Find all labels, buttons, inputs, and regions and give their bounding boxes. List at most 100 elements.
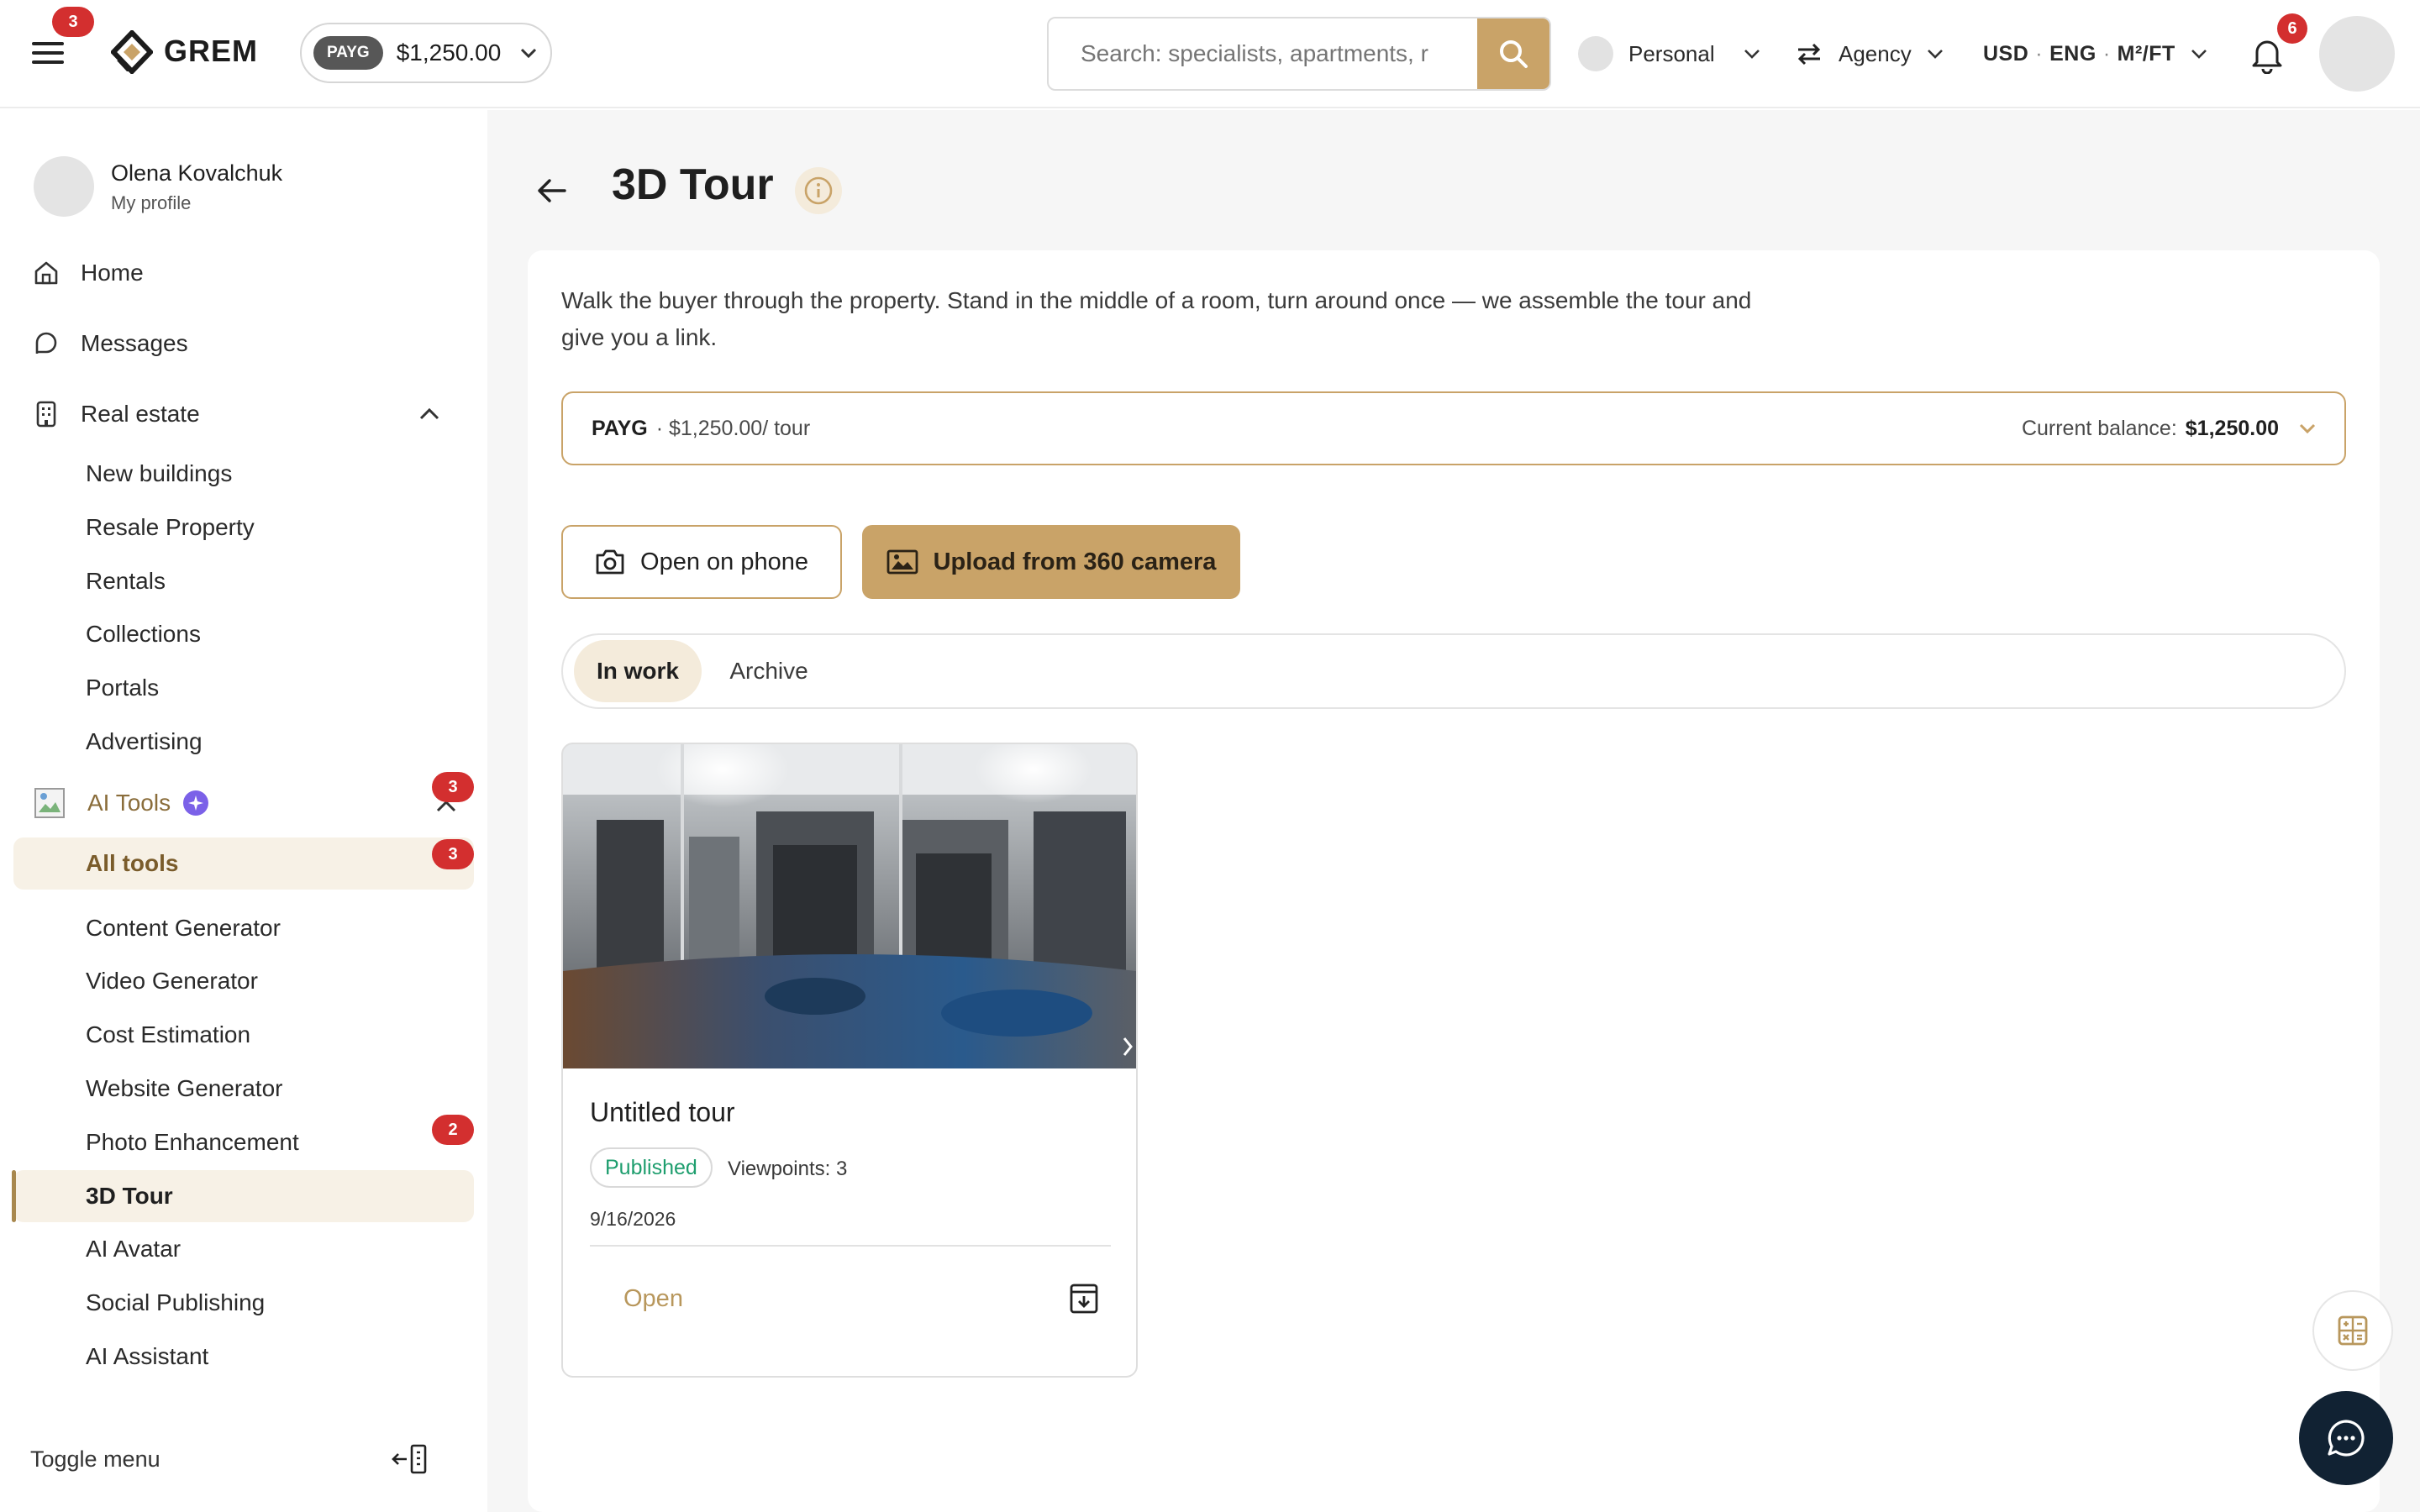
photo-enhancement-badge: 2 <box>432 1115 474 1145</box>
sidebar-item-portals[interactable]: Portals <box>86 669 159 707</box>
sidebar-item-cost-estimation[interactable]: Cost Estimation <box>86 1016 250 1054</box>
chevron-down-icon <box>2299 423 2316 433</box>
tabs-bar <box>561 633 2346 709</box>
chevron-down-icon <box>1927 50 1943 59</box>
sidebar-item-messages[interactable]: Messages <box>34 323 188 365</box>
back-arrow-icon[interactable] <box>536 176 566 205</box>
agency-label: Agency <box>1839 40 1912 66</box>
tab-in-work[interactable]: In work <box>574 640 702 702</box>
top-header: 3 GREM PAYG $1,250.00 Personal Agency US… <box>0 0 2420 108</box>
hamburger-menu-icon[interactable] <box>32 39 66 67</box>
open-on-phone-label: Open on phone <box>640 548 808 575</box>
tour-title: Untitled tour <box>590 1097 735 1127</box>
sidebar-item-label: Real estate <box>81 401 200 427</box>
user-avatar[interactable] <box>2319 16 2395 92</box>
swap-arrows-icon <box>1797 43 1821 66</box>
sidebar-item-label: AI Tools <box>87 790 171 816</box>
sidebar-item-photo-enhancement[interactable]: Photo Enhancement <box>86 1123 299 1162</box>
chevron-down-icon <box>2191 50 2207 59</box>
page-description: Walk the buyer through the property. Sta… <box>561 287 1752 350</box>
sidebar-item-rentals[interactable]: Rentals <box>86 562 166 601</box>
sidebar-item-collections[interactable]: Collections <box>86 615 201 654</box>
grem-logo-icon <box>111 30 153 74</box>
ai-tools-badge: 3 <box>432 772 474 802</box>
upload-360-label: Upload from 360 camera <box>933 548 1217 575</box>
upload-360-button[interactable]: Upload from 360 camera <box>862 525 1240 599</box>
plan-name: PAYG <box>592 416 648 440</box>
sidebar-item-advertising[interactable]: Advertising <box>86 722 203 761</box>
card-divider <box>590 1245 1111 1247</box>
agency-switcher[interactable]: Agency <box>1795 30 1944 77</box>
profile-link[interactable]: My profile <box>111 192 191 214</box>
archive-icon[interactable] <box>1067 1282 1101 1315</box>
search-bar <box>1047 17 1551 91</box>
currency-label: USD <box>1983 41 2029 66</box>
profile-name[interactable]: Olena Kovalchuk <box>111 160 282 186</box>
sidebar-item-home[interactable]: Home <box>34 252 144 294</box>
profile-avatar[interactable] <box>34 156 94 217</box>
sidebar-item-ai-tools[interactable]: AI Tools <box>34 782 479 824</box>
search-input[interactable] <box>1049 18 1477 89</box>
search-button[interactable] <box>1477 18 1549 89</box>
all-tools-badge: 3 <box>432 839 474 869</box>
language-label: ENG <box>2049 41 2096 66</box>
chevron-down-icon <box>521 48 537 59</box>
sidebar-item-label: Home <box>81 260 144 286</box>
sidebar-item-resale-property[interactable]: Resale Property <box>86 508 255 547</box>
sidebar-item-social-publishing[interactable]: Social Publishing <box>86 1284 265 1322</box>
toggle-menu-label: Toggle menu <box>30 1446 160 1472</box>
chat-icon <box>2328 1420 2365 1457</box>
plan-chip: PAYG <box>313 36 383 70</box>
chevron-down-icon <box>1744 50 1760 59</box>
chat-bubble-icon <box>35 332 57 354</box>
sparkle-icon <box>183 790 209 816</box>
sidebar-item-new-buildings[interactable]: New buildings <box>86 454 232 493</box>
sidebar-item-video-generator[interactable]: Video Generator <box>86 962 258 1000</box>
sidebar-item-real-estate[interactable]: Real estate <box>34 393 462 435</box>
chevron-up-icon <box>419 407 439 420</box>
balance-amount: $1,250.00 <box>396 39 502 66</box>
sidebar-item-website-generator[interactable]: Website Generator <box>86 1069 283 1108</box>
open-on-phone-button[interactable]: Open on phone <box>561 525 842 599</box>
status-badge: Published <box>590 1147 713 1188</box>
all-tools-active-background <box>13 837 474 890</box>
notifications-badge: 6 <box>2277 13 2307 44</box>
account-mode-selector[interactable]: Personal <box>1578 30 1760 77</box>
account-avatar <box>1578 36 1613 71</box>
active-indicator <box>12 1170 16 1222</box>
logo-text[interactable]: GREM <box>164 34 258 69</box>
tab-archive[interactable]: Archive <box>714 640 823 702</box>
broken-image-icon <box>34 788 65 818</box>
open-tour-button[interactable]: Open <box>623 1285 683 1313</box>
calculator-icon <box>2338 1315 2368 1346</box>
toggle-menu-button[interactable]: Toggle menu <box>30 1438 429 1480</box>
sidebar-item-ai-assistant[interactable]: AI Assistant <box>86 1337 208 1376</box>
sidebar-item-all-tools[interactable]: All tools <box>86 844 178 883</box>
sidebar-item-3d-tour[interactable]: 3D Tour <box>86 1177 173 1215</box>
image-icon <box>886 549 918 575</box>
balance-value: $1,250.00 <box>2185 416 2279 440</box>
home-icon <box>34 261 58 285</box>
tour-card[interactable]: Untitled tour Published Viewpoints: 3 9/… <box>561 743 1138 1378</box>
sidebar-item-ai-avatar[interactable]: AI Avatar <box>86 1230 181 1268</box>
3d-tour-active-background <box>13 1170 474 1222</box>
tour-date: 9/16/2026 <box>590 1208 676 1230</box>
support-chat-button[interactable] <box>2299 1391 2393 1485</box>
menu-notification-badge: 3 <box>52 7 94 37</box>
balance-selector[interactable]: PAYG $1,250.00 <box>300 23 552 83</box>
tour-panorama-thumbnail[interactable] <box>563 744 1136 1068</box>
calculator-button[interactable] <box>2312 1290 2393 1371</box>
sidebar-item-content-generator[interactable]: Content Generator <box>86 909 281 948</box>
viewpoints-count: Viewpoints: 3 <box>728 1158 848 1180</box>
info-icon[interactable] <box>795 167 842 214</box>
search-icon <box>1500 40 1528 68</box>
page-title: 3D Tour <box>612 160 774 209</box>
bell-icon[interactable] <box>2250 35 2284 74</box>
sidebar: Olena Kovalchuk My profile Home Messages… <box>0 110 487 1512</box>
balance-label: Current balance: <box>2021 416 2177 440</box>
sidebar-item-label: Messages <box>81 330 188 356</box>
account-mode-label: Personal <box>1628 40 1715 66</box>
plan-selector[interactable]: PAYG · $1,250.00/ tour Current balance: … <box>561 391 2346 465</box>
building-icon <box>36 401 56 428</box>
locale-selector[interactable]: USD · ENG · M²/FT <box>1983 30 2207 77</box>
